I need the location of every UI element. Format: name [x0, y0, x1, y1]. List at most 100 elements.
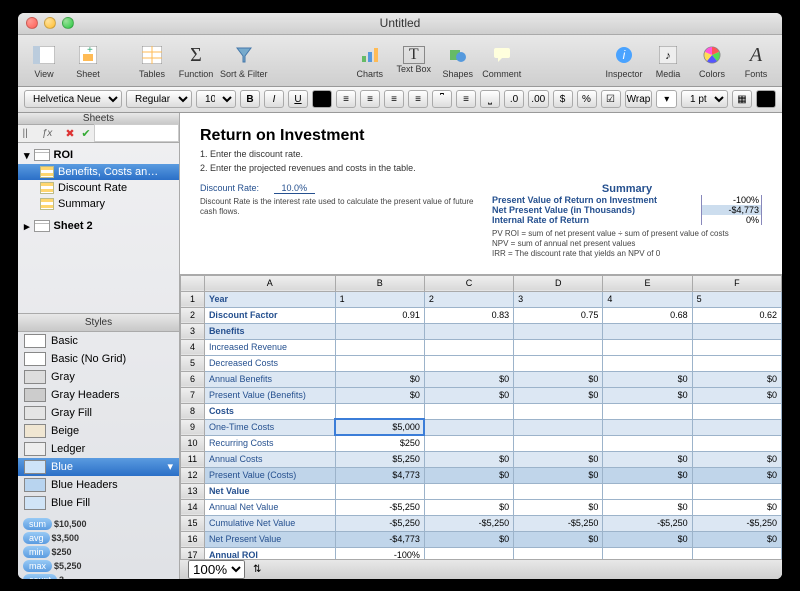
cell[interactable] — [514, 403, 603, 419]
cell[interactable]: $5,000 — [335, 419, 424, 435]
sort-filter-button[interactable]: Sort & Filter — [220, 41, 268, 79]
style-gray-fill[interactable]: Gray Fill — [18, 404, 179, 422]
cell[interactable]: -$5,250 — [424, 515, 513, 531]
style-blue[interactable]: Blue▾ — [18, 458, 179, 476]
cell[interactable]: $0 — [692, 499, 781, 515]
formula-input[interactable] — [94, 124, 179, 142]
row-label[interactable]: Annual Costs — [204, 451, 335, 467]
row-label[interactable]: Benefits — [204, 323, 335, 339]
style-basic-no-grid-[interactable]: Basic (No Grid) — [18, 350, 179, 368]
tables-button[interactable]: Tables — [132, 41, 172, 79]
valign-top-button[interactable]: ⎴ — [432, 90, 452, 108]
cell[interactable]: 3 — [514, 291, 603, 307]
cell[interactable] — [692, 547, 781, 558]
cell[interactable]: $0 — [603, 387, 692, 403]
text-color-button[interactable] — [312, 90, 332, 108]
cell[interactable] — [514, 483, 603, 499]
minimize-icon[interactable] — [44, 17, 56, 29]
cell[interactable]: $0 — [424, 451, 513, 467]
cell[interactable] — [424, 435, 513, 451]
col-header[interactable]: C — [424, 275, 513, 291]
cell[interactable]: $0 — [603, 467, 692, 483]
style-ledger[interactable]: Ledger — [18, 440, 179, 458]
cell[interactable]: 0.75 — [514, 307, 603, 323]
col-header[interactable]: A — [204, 275, 335, 291]
row-header[interactable]: 11 — [181, 451, 205, 467]
inspector-button[interactable]: iInspector — [604, 41, 644, 79]
percent-button[interactable]: % — [577, 90, 597, 108]
row-label[interactable]: Annual Benefits — [204, 371, 335, 387]
style-beige[interactable]: Beige — [18, 422, 179, 440]
cell[interactable]: $5,250 — [335, 451, 424, 467]
cell[interactable]: $0 — [692, 467, 781, 483]
row-label[interactable]: Annual Net Value — [204, 499, 335, 515]
cell[interactable] — [603, 483, 692, 499]
shapes-button[interactable]: Shapes — [438, 41, 478, 79]
row-header[interactable]: 9 — [181, 419, 205, 435]
decimals-button2[interactable]: .00 — [528, 90, 549, 108]
sidebar-item-discount[interactable]: Discount Rate — [18, 180, 179, 196]
row-label[interactable]: Present Value (Costs) — [204, 467, 335, 483]
cell[interactable]: -$4,773 — [335, 531, 424, 547]
cell[interactable] — [603, 355, 692, 371]
cell[interactable]: $0 — [603, 371, 692, 387]
row-header[interactable]: 1 — [181, 291, 205, 307]
cell[interactable] — [514, 323, 603, 339]
bold-button[interactable]: B — [240, 90, 260, 108]
cell[interactable]: $0 — [514, 467, 603, 483]
row-label[interactable]: Present Value (Benefits) — [204, 387, 335, 403]
font-select[interactable]: Helvetica Neue — [24, 90, 122, 108]
cell[interactable]: $0 — [514, 387, 603, 403]
sheet-roi[interactable]: ▾ ROI — [18, 147, 179, 164]
cell[interactable] — [424, 547, 513, 558]
row-label[interactable]: Net Value — [204, 483, 335, 499]
cell[interactable] — [514, 339, 603, 355]
col-header[interactable]: D — [514, 275, 603, 291]
row-header[interactable]: 7 — [181, 387, 205, 403]
cell[interactable] — [692, 355, 781, 371]
cell[interactable]: 4 — [603, 291, 692, 307]
border-button[interactable]: ▦ — [732, 90, 752, 108]
row-header[interactable]: 15 — [181, 515, 205, 531]
row-label[interactable]: Decreased Costs — [204, 355, 335, 371]
zoom-select[interactable]: 100% — [188, 560, 245, 579]
cell[interactable]: $0 — [424, 531, 513, 547]
cell[interactable] — [514, 547, 603, 558]
align-right-button[interactable]: ≡ — [384, 90, 404, 108]
cell[interactable]: $0 — [335, 387, 424, 403]
style-gray[interactable]: Gray — [18, 368, 179, 386]
cell[interactable]: -100% — [335, 547, 424, 558]
cell[interactable] — [514, 435, 603, 451]
col-header[interactable]: B — [335, 275, 424, 291]
align-left-button[interactable]: ≡ — [336, 90, 356, 108]
cell[interactable]: $0 — [692, 371, 781, 387]
comment-button[interactable]: Comment — [482, 41, 522, 79]
row-label[interactable]: Cumulative Net Value — [204, 515, 335, 531]
cell[interactable]: $250 — [335, 435, 424, 451]
row-header[interactable]: 8 — [181, 403, 205, 419]
fill-button[interactable]: ▾ — [656, 90, 677, 108]
cell[interactable] — [692, 483, 781, 499]
cell[interactable]: $0 — [692, 531, 781, 547]
cell[interactable]: $0 — [424, 371, 513, 387]
cell[interactable]: $0 — [514, 531, 603, 547]
cell[interactable]: 0.62 — [692, 307, 781, 323]
cell[interactable] — [335, 483, 424, 499]
cell[interactable]: -$5,250 — [335, 515, 424, 531]
spreadsheet[interactable]: ABCDEF1Year123452Discount Factor0.910.83… — [180, 274, 782, 559]
row-header[interactable]: 5 — [181, 355, 205, 371]
wrap-button[interactable]: Wrap — [625, 90, 653, 108]
row-header[interactable]: 12 — [181, 467, 205, 483]
valign-mid-button[interactable]: ≡ — [456, 90, 476, 108]
row-header[interactable]: 13 — [181, 483, 205, 499]
decimals-button[interactable]: .0 — [504, 90, 524, 108]
style-blue-headers[interactable]: Blue Headers — [18, 476, 179, 494]
discount-value[interactable]: 10.0% — [274, 183, 316, 194]
cell[interactable]: $0 — [692, 387, 781, 403]
fx-accept-icon[interactable]: ✔ — [78, 125, 94, 141]
sheet-2[interactable]: ▸ Sheet 2 — [18, 218, 179, 235]
cell[interactable] — [603, 435, 692, 451]
cell[interactable] — [692, 323, 781, 339]
row-header[interactable]: 2 — [181, 307, 205, 323]
checkbox-button[interactable]: ☑ — [601, 90, 621, 108]
